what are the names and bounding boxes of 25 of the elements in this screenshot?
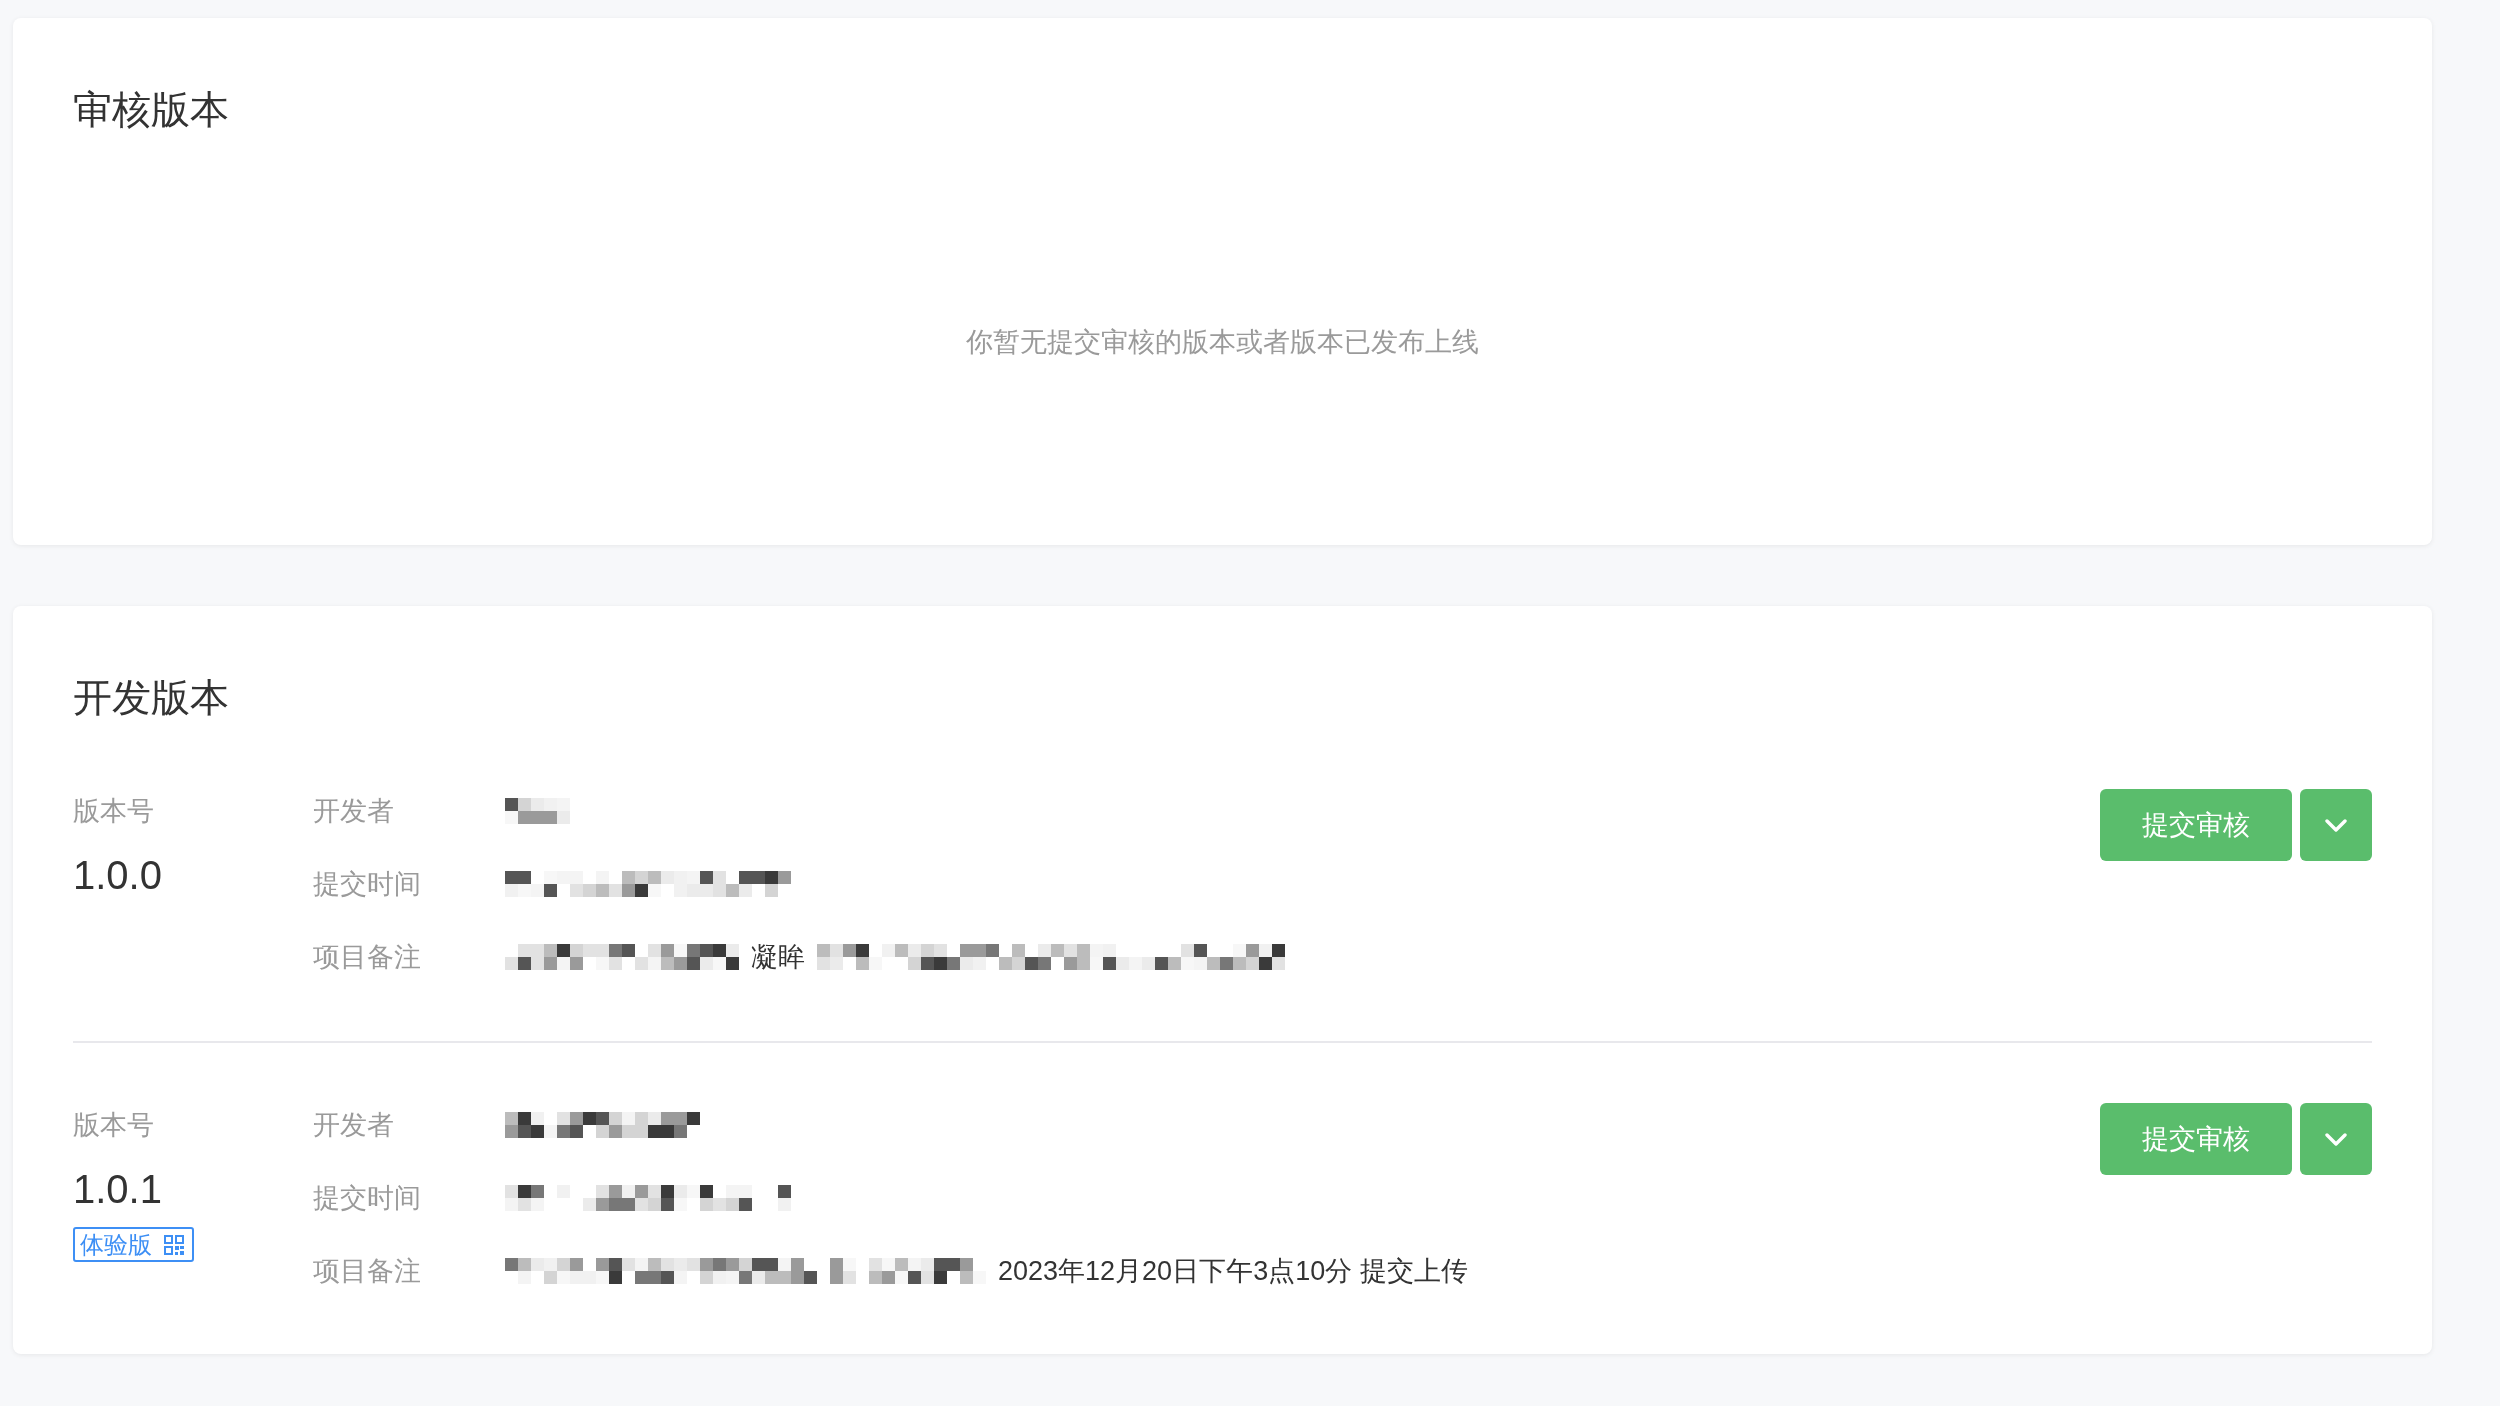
chevron-down-icon <box>2325 1132 2347 1146</box>
field-value: 2023年12月20日下午3点10分 提交上传 <box>998 1255 1468 1288</box>
version-label: 版本号 <box>73 795 154 828</box>
qr-code-icon[interactable] <box>164 1234 184 1255</box>
version-number: 1.0.0 <box>73 852 162 899</box>
more-options-button[interactable] <box>2300 789 2372 861</box>
more-options-button[interactable] <box>2300 1103 2372 1175</box>
tag-label: 体验版 <box>80 1229 152 1260</box>
trial-version-tag[interactable]: 体验版 <box>73 1227 194 1262</box>
section-title: 审核版本 <box>73 87 229 133</box>
field-label: 开发者 <box>313 1109 395 1142</box>
submit-review-button[interactable]: 提交审核 <box>2100 1103 2292 1175</box>
field-label: 提交时间 <box>313 868 422 901</box>
field-value: 凝眸 <box>751 941 805 974</box>
chevron-down-icon <box>2325 818 2347 832</box>
field-label: 开发者 <box>313 795 395 828</box>
field-label: 项目备注 <box>313 1255 422 1288</box>
section-title: 开发版本 <box>73 675 229 721</box>
submit-review-button[interactable]: 提交审核 <box>2100 789 2292 861</box>
mosaic-redaction <box>505 798 570 824</box>
field-label: 提交时间 <box>313 1182 422 1215</box>
field-label: 项目备注 <box>313 941 422 974</box>
empty-message: 你暂无提交审核的版本或者版本已发布上线 <box>966 325 1479 359</box>
version-label: 版本号 <box>73 1109 154 1142</box>
version-number: 1.0.1 <box>73 1166 162 1213</box>
